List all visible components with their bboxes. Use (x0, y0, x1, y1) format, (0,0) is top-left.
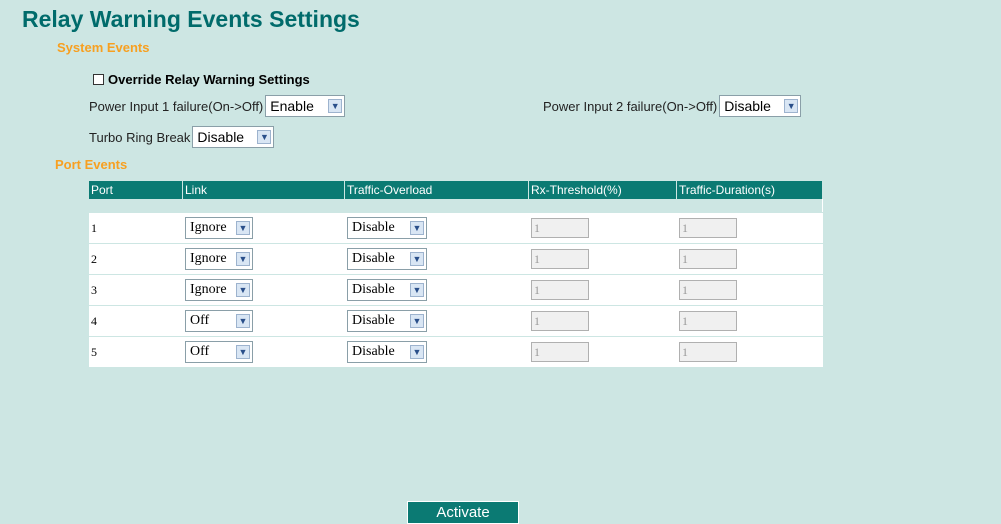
turbo-label: Turbo Ring Break (89, 129, 191, 145)
chevron-down-icon: ▼ (410, 252, 424, 266)
rx-cell: 1 (528, 305, 677, 337)
port-cell: 4 (89, 305, 183, 337)
port-cell: 5 (89, 336, 183, 368)
port-cell: 2 (89, 243, 183, 275)
power2-label: Power Input 2 failure(On->Off) (543, 98, 718, 114)
table-row: 4 Off ▼ Disable ▼ 1 1 (89, 305, 823, 337)
power1-label: Power Input 1 failure(On->Off) (89, 98, 264, 114)
link-cell: Ignore ▼ (182, 274, 345, 306)
column-header-port: Port (89, 181, 183, 199)
duration-cell: 1 (676, 212, 823, 244)
overload-cell: Disable ▼ (344, 212, 529, 244)
chevron-down-icon: ▼ (257, 130, 272, 144)
traffic-duration-input[interactable]: 1 (679, 280, 737, 300)
rx-threshold-input[interactable]: 1 (531, 311, 589, 331)
link-cell: Off ▼ (182, 336, 345, 368)
overload-cell: Disable ▼ (344, 243, 529, 275)
duration-cell: 1 (676, 305, 823, 337)
column-header-traffic-duration: Traffic-Duration(s) (676, 181, 823, 199)
link-select[interactable]: Ignore ▼ (185, 248, 253, 270)
chevron-down-icon: ▼ (236, 283, 250, 297)
rx-threshold-input[interactable]: 1 (531, 342, 589, 362)
overload-select[interactable]: Disable ▼ (347, 310, 427, 332)
overload-cell: Disable ▼ (344, 305, 529, 337)
chevron-down-icon: ▼ (236, 221, 250, 235)
override-checkbox-row[interactable]: Override Relay Warning Settings (93, 72, 310, 87)
duration-cell: 1 (676, 243, 823, 275)
overload-value: Disable (352, 344, 395, 359)
rx-threshold-input[interactable]: 1 (531, 218, 589, 238)
chevron-down-icon: ▼ (236, 345, 250, 359)
link-value: Ignore (190, 220, 227, 235)
table-row: 5 Off ▼ Disable ▼ 1 1 (89, 336, 823, 368)
chevron-down-icon: ▼ (410, 221, 424, 235)
link-value: Ignore (190, 251, 227, 266)
column-header-link: Link (182, 181, 345, 199)
overload-cell: Disable ▼ (344, 336, 529, 368)
overload-select[interactable]: Disable ▼ (347, 341, 427, 363)
port-cell: 3 (89, 274, 183, 306)
traffic-duration-input[interactable]: 1 (679, 311, 737, 331)
port-events-heading: Port Events (55, 157, 128, 172)
rx-threshold-input[interactable]: 1 (531, 249, 589, 269)
duration-cell: 1 (676, 274, 823, 306)
rx-cell: 1 (528, 243, 677, 275)
port-events-table: Port Link Traffic-Overload Rx-Threshold(… (89, 181, 823, 368)
power2-select[interactable]: Disable ▼ (719, 95, 802, 117)
link-cell: Ignore ▼ (182, 243, 345, 275)
chevron-down-icon: ▼ (236, 314, 250, 328)
overload-value: Disable (352, 220, 395, 235)
power1-select[interactable]: Enable ▼ (265, 95, 346, 117)
power1-row: Power Input 1 failure(On->Off) Enable ▼ (89, 95, 346, 117)
rx-threshold-input[interactable]: 1 (531, 280, 589, 300)
chevron-down-icon: ▼ (410, 283, 424, 297)
port-cell: 1 (89, 212, 183, 244)
overload-select[interactable]: Disable ▼ (347, 248, 427, 270)
rx-cell: 1 (528, 212, 677, 244)
table-header-row: Port Link Traffic-Overload Rx-Threshold(… (89, 181, 823, 199)
overload-select[interactable]: Disable ▼ (347, 279, 427, 301)
overload-select[interactable]: Disable ▼ (347, 217, 427, 239)
column-header-rx-threshold: Rx-Threshold(%) (528, 181, 677, 199)
power2-value: Disable (724, 98, 771, 114)
chevron-down-icon: ▼ (784, 99, 799, 113)
page-title: Relay Warning Events Settings (22, 6, 360, 32)
traffic-duration-input[interactable]: 1 (679, 342, 737, 362)
link-select[interactable]: Ignore ▼ (185, 279, 253, 301)
link-value: Off (190, 313, 210, 328)
override-label: Override Relay Warning Settings (108, 72, 310, 87)
overload-value: Disable (352, 282, 395, 297)
link-select[interactable]: Off ▼ (185, 310, 253, 332)
link-select[interactable]: Off ▼ (185, 341, 253, 363)
link-cell: Ignore ▼ (182, 212, 345, 244)
chevron-down-icon: ▼ (410, 314, 424, 328)
link-value: Off (190, 344, 210, 359)
link-value: Ignore (190, 282, 227, 297)
chevron-down-icon: ▼ (328, 99, 343, 113)
power2-row: Power Input 2 failure(On->Off) Disable ▼ (543, 95, 802, 117)
turbo-row: Turbo Ring Break Disable ▼ (89, 126, 275, 148)
link-select[interactable]: Ignore ▼ (185, 217, 253, 239)
traffic-duration-input[interactable]: 1 (679, 218, 737, 238)
system-events-heading: System Events (57, 40, 150, 55)
turbo-select[interactable]: Disable ▼ (192, 126, 275, 148)
table-row: 1 Ignore ▼ Disable ▼ 1 1 (89, 212, 823, 244)
column-header-traffic-overload: Traffic-Overload (344, 181, 529, 199)
activate-button[interactable]: Activate (407, 501, 519, 524)
rx-cell: 1 (528, 336, 677, 368)
overload-value: Disable (352, 313, 395, 328)
rx-cell: 1 (528, 274, 677, 306)
duration-cell: 1 (676, 336, 823, 368)
overload-cell: Disable ▼ (344, 274, 529, 306)
overload-value: Disable (352, 251, 395, 266)
turbo-value: Disable (197, 129, 245, 145)
override-checkbox[interactable] (93, 74, 104, 85)
power1-value: Enable (270, 98, 314, 114)
table-row: 3 Ignore ▼ Disable ▼ 1 1 (89, 274, 823, 306)
link-cell: Off ▼ (182, 305, 345, 337)
chevron-down-icon: ▼ (236, 252, 250, 266)
chevron-down-icon: ▼ (410, 345, 424, 359)
traffic-duration-input[interactable]: 1 (679, 249, 737, 269)
table-row: 2 Ignore ▼ Disable ▼ 1 1 (89, 243, 823, 275)
